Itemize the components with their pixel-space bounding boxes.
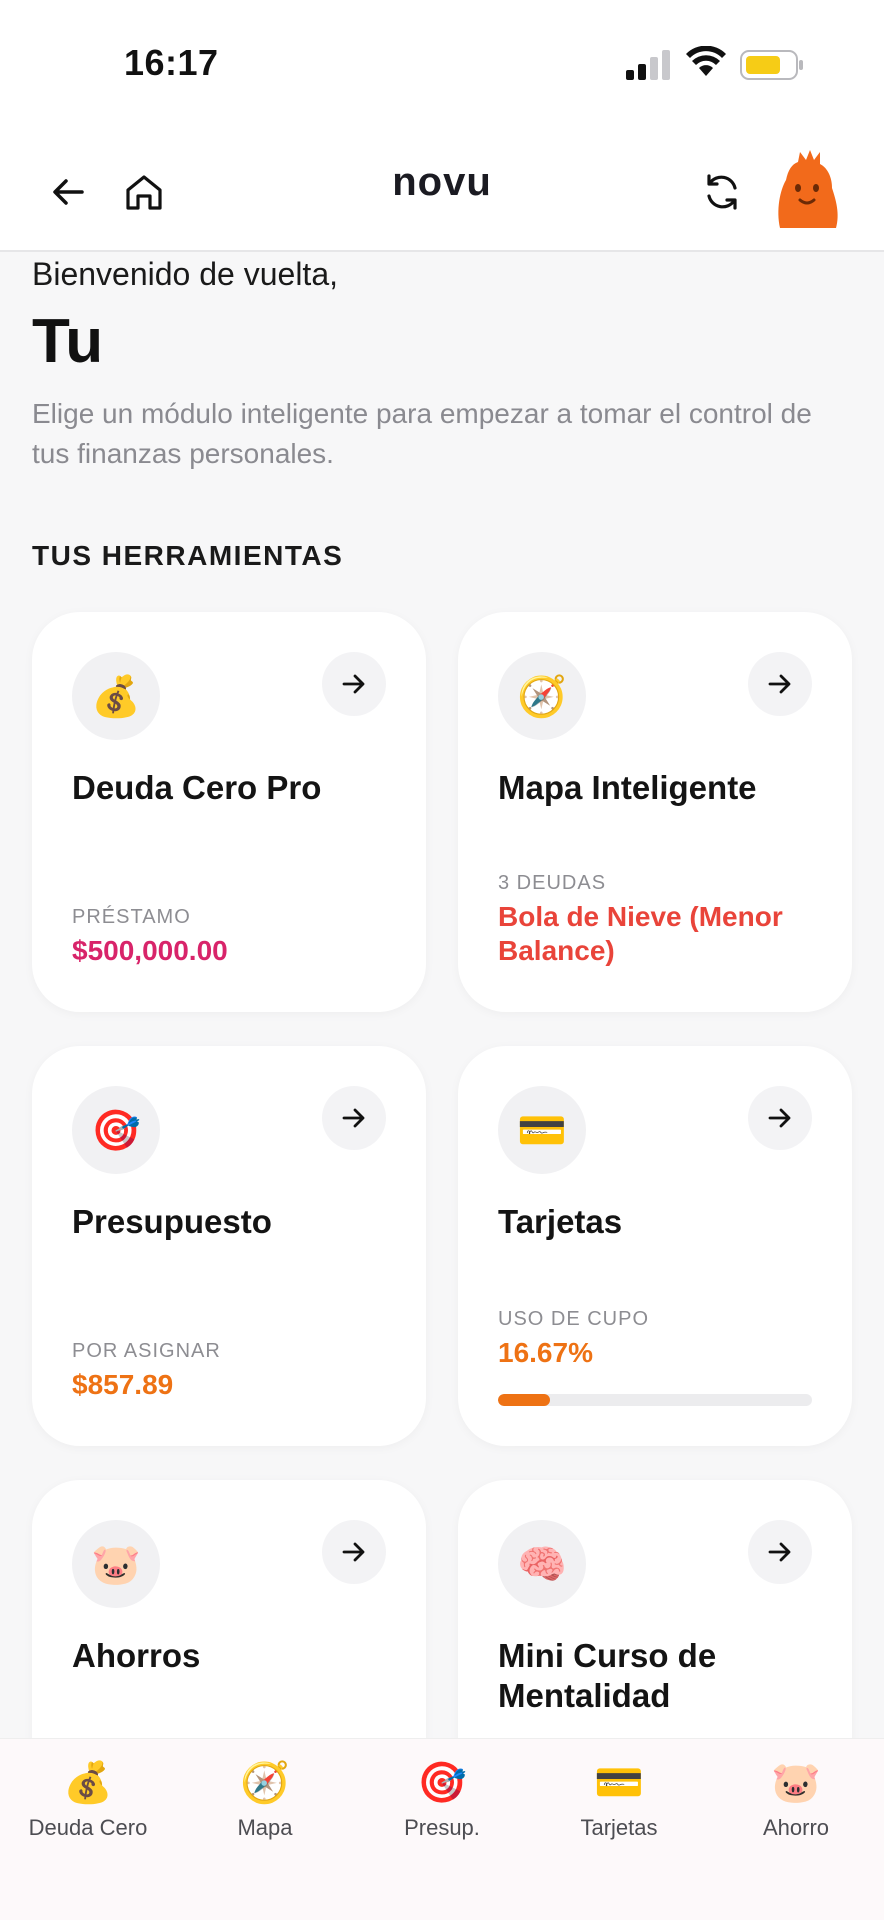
compass-icon: 🧭	[240, 1761, 290, 1805]
card-value: $857.89	[72, 1369, 174, 1400]
user-name: Tu	[32, 307, 104, 376]
card-label: 3 DEUDAS	[498, 872, 607, 894]
money-bag-icon: 💰	[72, 652, 160, 740]
card-title: Tarjetas	[498, 1203, 623, 1240]
card-deuda-cero-pro[interactable]: 💰 Deuda Cero Pro PRÉSTAMO $500,000.00	[32, 612, 426, 1012]
cellular-signal-icon	[626, 50, 670, 80]
arrow-right-icon[interactable]	[322, 1086, 386, 1150]
nav-label: Mapa	[237, 1815, 293, 1840]
card-label: USO DE CUPO	[498, 1308, 650, 1330]
nav-label: Tarjetas	[580, 1815, 658, 1840]
pig-icon: 🐷	[771, 1761, 821, 1805]
card-title: Ahorros	[72, 1637, 201, 1674]
usage-progress-bar	[498, 1394, 812, 1406]
card-tarjetas[interactable]: 💳 Tarjetas USO DE CUPO 16.67%	[458, 1046, 852, 1446]
card-mapa-inteligente[interactable]: 🧭 Mapa Inteligente 3 DEUDAS Bola de Niev…	[458, 612, 852, 1012]
intro-description: Elige un módulo inteligente para empezar…	[32, 398, 812, 469]
card-presupuesto[interactable]: 🎯 Presupuesto POR ASIGNAR $857.89	[32, 1046, 426, 1446]
nav-label: Ahorro	[762, 1815, 830, 1840]
arrow-right-icon[interactable]	[322, 1520, 386, 1584]
nav-item-deuda-cero[interactable]: 💰 Deuda Cero	[3, 1757, 173, 1841]
arrow-right-icon[interactable]	[748, 1086, 812, 1150]
card-value: 16.67%	[498, 1337, 593, 1368]
usage-progress-fill	[498, 1394, 551, 1406]
nav-label: Deuda Cero	[28, 1815, 148, 1840]
arrow-right-icon[interactable]	[322, 652, 386, 716]
arrow-right-icon[interactable]	[748, 652, 812, 716]
card-value: $500,000.00	[72, 935, 228, 966]
credit-card-icon: 💳	[594, 1761, 644, 1805]
bottom-nav: 💰 Deuda Cero 🧭 Mapa 🎯 Presup. 💳 Tarjetas…	[0, 1738, 884, 1920]
nav-item-presupuesto[interactable]: 🎯 Presup.	[357, 1757, 527, 1841]
welcome-text: Bienvenido de vuelta,	[32, 256, 338, 292]
nav-label: Presup.	[404, 1815, 480, 1840]
section-title: TUS HERRAMIENTAS	[32, 540, 344, 571]
card-value: Bola de Nieve (Menor Balance)	[498, 901, 783, 966]
refresh-icon[interactable]	[698, 168, 746, 216]
nav-item-mapa[interactable]: 🧭 Mapa	[180, 1757, 350, 1841]
nav-item-tarjetas[interactable]: 💳 Tarjetas	[534, 1757, 704, 1841]
status-bar: 16:17	[0, 0, 884, 130]
wifi-icon	[686, 46, 726, 76]
arrow-right-icon[interactable]	[748, 1520, 812, 1584]
card-title: Deuda Cero Pro	[72, 769, 322, 806]
avatar[interactable]	[770, 150, 844, 234]
card-title: Presupuesto	[72, 1203, 272, 1240]
target-icon: 🎯	[72, 1086, 160, 1174]
battery-icon	[740, 50, 803, 80]
target-icon: 🎯	[417, 1761, 467, 1805]
compass-icon: 🧭	[498, 652, 586, 740]
money-bag-icon: 💰	[63, 1761, 113, 1805]
brain-icon: 🧠	[498, 1520, 586, 1608]
app-header: novu	[0, 130, 884, 252]
pig-icon: 🐷	[72, 1520, 160, 1608]
novu-logo: novu	[392, 160, 492, 204]
card-label: PRÉSTAMO	[72, 906, 191, 928]
card-title: Mapa Inteligente	[498, 769, 757, 806]
nav-item-ahorro[interactable]: 🐷 Ahorro	[711, 1757, 881, 1841]
credit-card-icon: 💳	[498, 1086, 586, 1174]
status-time: 16:17	[124, 42, 219, 83]
card-label: POR ASIGNAR	[72, 1340, 221, 1362]
card-title: Mini Curso de Mentalidad	[498, 1637, 717, 1714]
